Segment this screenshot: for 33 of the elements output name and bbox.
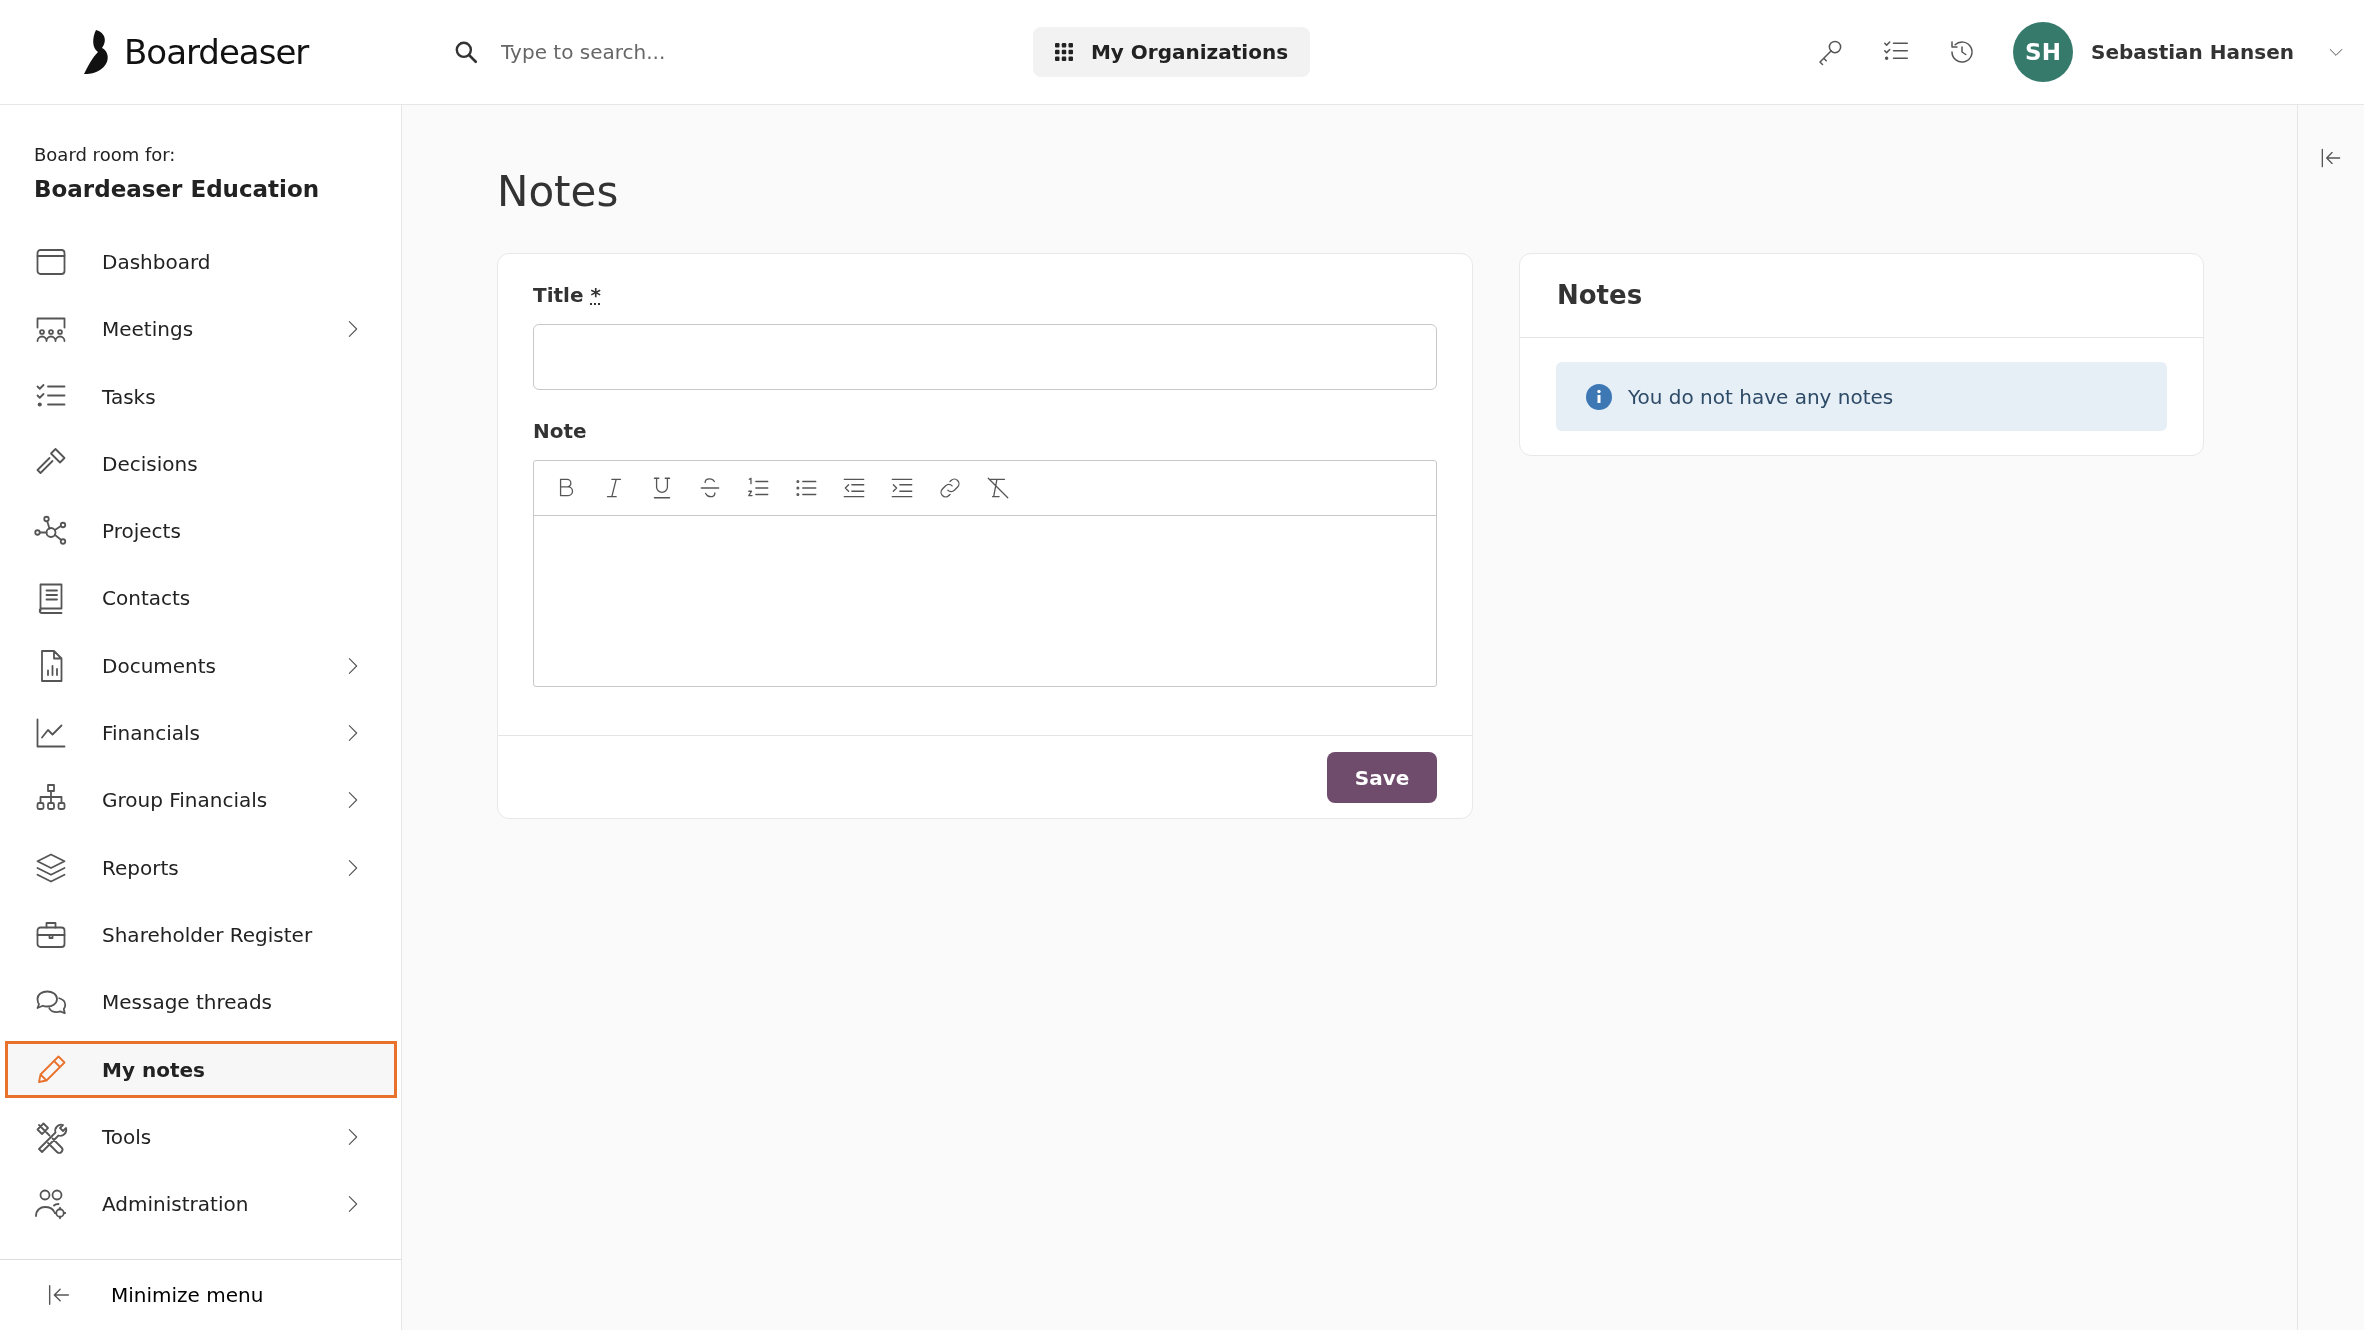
title-input-field[interactable] [533, 324, 1437, 391]
avatar: SH [2013, 22, 2073, 82]
sidebar-item[interactable]: Group Financials [5, 771, 397, 829]
user-name: Sebastian Hansen [2091, 39, 2294, 66]
title-label: Title * [533, 282, 602, 310]
info-icon [1586, 383, 1612, 410]
minimize-menu-button[interactable]: Minimize menu [0, 1260, 401, 1330]
notes-heading: Notes [1520, 254, 2203, 339]
sidebar-item[interactable]: Contacts [5, 570, 397, 627]
sidebar-item[interactable]: Tools [5, 1108, 397, 1166]
save-button[interactable]: Save [1327, 752, 1437, 804]
sidebar-item[interactable]: Tasks [5, 368, 397, 426]
grid-icon [1054, 43, 1073, 61]
search-icon [453, 39, 479, 65]
empty-notes-alert: You do not have any notes [1556, 362, 2167, 432]
sidebar-item[interactable]: Administration [5, 1175, 397, 1233]
search-field[interactable]: Type to search... [499, 36, 979, 68]
sidebar-item[interactable]: Message threads [5, 973, 397, 1031]
logo-text: Boardeaser [124, 30, 309, 74]
organizations-button[interactable]: My Organizations [1033, 27, 1310, 77]
sidebar-item[interactable]: Decisions [5, 435, 397, 493]
caption: Board room for: [34, 143, 177, 167]
sidebar-item[interactable]: My notes [5, 1041, 397, 1099]
sidebar-item[interactable]: Meetings [5, 300, 397, 358]
page-title: Notes [497, 167, 620, 218]
note-label: Note [533, 418, 588, 446]
sidebar-item[interactable]: Reports [5, 839, 397, 897]
sidebar-item[interactable]: Dashboard [5, 233, 397, 291]
sidebar-item[interactable]: Projects [5, 502, 397, 560]
sidebar-item[interactable]: Shareholder Register [5, 906, 397, 964]
sidebar-item[interactable]: Financials [5, 704, 397, 762]
organization-name: Boardeaser Education [34, 175, 321, 204]
sidebar-item[interactable]: Documents [5, 637, 397, 695]
